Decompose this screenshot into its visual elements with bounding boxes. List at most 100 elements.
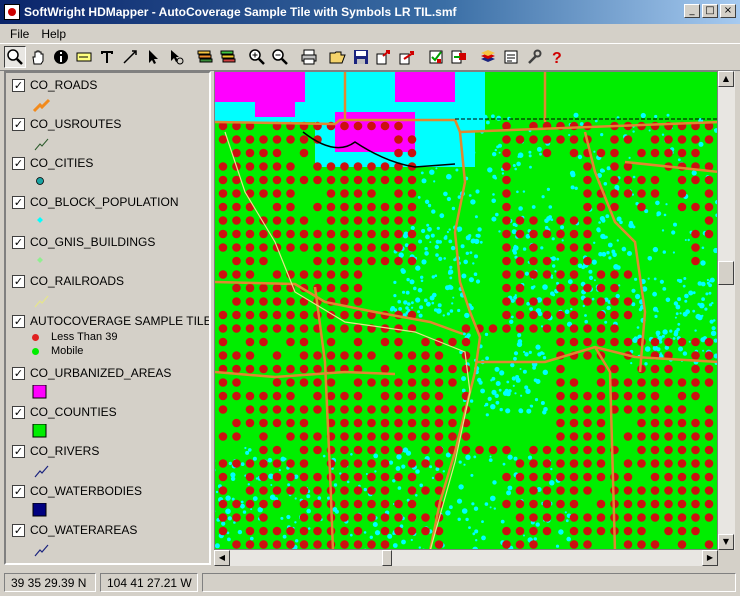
coverage-dot — [637, 526, 646, 536]
export-icon[interactable] — [373, 46, 395, 68]
measure-icon[interactable] — [119, 46, 141, 68]
layer-checkbox[interactable]: ✓ — [12, 367, 25, 380]
coverage-dot — [529, 499, 538, 509]
select-feature-icon[interactable] — [165, 46, 187, 68]
wrench-settings-icon[interactable] — [523, 46, 545, 68]
coverage-dot — [259, 459, 268, 468]
zoom-select-icon[interactable] — [4, 46, 26, 68]
text-tool-icon[interactable] — [96, 46, 118, 68]
population-point — [402, 233, 409, 239]
zoom-out-icon[interactable] — [269, 46, 291, 68]
pan-hand-icon[interactable] — [27, 46, 49, 68]
coverage-dot — [596, 472, 606, 482]
menu-bar: File Help — [0, 24, 740, 43]
population-point — [603, 182, 608, 186]
export-alt-icon[interactable] — [396, 46, 418, 68]
app-icon[interactable] — [4, 4, 20, 20]
check-properties-icon[interactable] — [425, 46, 447, 68]
coverage-dot — [448, 418, 457, 428]
population-point — [565, 519, 569, 523]
open-folder-icon[interactable] — [327, 46, 349, 68]
vertical-scrollbar[interactable]: ▲ ▼ — [718, 71, 735, 550]
map-canvas[interactable] — [214, 71, 718, 550]
coverage-dot — [691, 148, 700, 158]
coverage-dot — [340, 202, 349, 212]
coverage-dot — [299, 229, 309, 239]
layer-checkbox[interactable]: ✓ — [12, 157, 25, 170]
print-icon[interactable] — [298, 46, 320, 68]
coverage-dot — [259, 324, 268, 333]
population-point — [472, 262, 475, 265]
population-point — [429, 169, 435, 175]
layer-checkbox[interactable]: ✓ — [12, 79, 25, 92]
coverage-dot — [407, 405, 417, 414]
coverage-dot — [407, 243, 417, 252]
coverage-dot — [529, 256, 538, 266]
population-point — [531, 205, 536, 209]
layer-checkbox[interactable]: ✓ — [12, 315, 25, 328]
coverage-dot — [502, 243, 511, 252]
notes-icon[interactable] — [500, 46, 522, 68]
coverage-dot — [502, 297, 511, 306]
population-point — [673, 222, 677, 227]
coverage-dot — [542, 526, 552, 536]
scroll-down-icon[interactable]: ▼ — [718, 534, 734, 550]
coverage-dot — [623, 486, 633, 495]
layer-checkbox[interactable]: ✓ — [12, 196, 25, 209]
coverage-dot — [380, 526, 390, 536]
coverage-dot — [583, 391, 592, 401]
layers-edit-icon[interactable] — [217, 46, 239, 68]
layer-checkbox[interactable]: ✓ — [12, 118, 25, 131]
population-point — [516, 161, 521, 167]
population-point — [322, 454, 326, 458]
layer-checkbox[interactable]: ✓ — [12, 236, 25, 249]
coverage-dot — [218, 270, 228, 279]
label-icon[interactable] — [73, 46, 95, 68]
layer-checkbox[interactable]: ✓ — [12, 445, 25, 458]
coverage-dot — [677, 486, 687, 495]
population-point — [227, 516, 232, 521]
info-icon[interactable] — [50, 46, 72, 68]
close-button[interactable]: × — [720, 4, 736, 18]
maximize-button[interactable]: □ — [702, 4, 718, 18]
import-icon[interactable] — [448, 46, 470, 68]
coverage-dot — [637, 391, 646, 401]
scroll-left-icon[interactable]: ◀ — [214, 550, 230, 566]
coverage-dot — [623, 175, 633, 185]
coverage-dot — [610, 472, 619, 482]
minimize-button[interactable]: _ — [684, 4, 700, 18]
population-point — [484, 404, 486, 407]
horizontal-scrollbar[interactable]: ◀ ▶ — [214, 550, 718, 566]
population-point — [451, 302, 454, 305]
map-drawing[interactable] — [215, 72, 718, 550]
menu-help[interactable]: Help — [35, 27, 72, 41]
coverage-dot — [542, 459, 552, 468]
coverage-dot — [704, 351, 714, 360]
population-point — [542, 369, 548, 375]
coverage-dot — [380, 162, 390, 171]
scroll-up-icon[interactable]: ▲ — [718, 71, 734, 87]
menu-file[interactable]: File — [4, 27, 35, 41]
layer-name: CO_RIVERS — [30, 444, 100, 458]
population-point — [593, 150, 596, 153]
stack-layers-icon[interactable] — [477, 46, 499, 68]
layer-checkbox[interactable]: ✓ — [12, 524, 25, 537]
layers-add-icon[interactable] — [194, 46, 216, 68]
population-point — [700, 260, 706, 266]
population-point — [427, 226, 432, 232]
coverage-dot — [367, 472, 376, 482]
coverage-dot — [353, 432, 363, 441]
coverage-dot — [610, 297, 619, 306]
coverage-dot — [218, 459, 228, 468]
pointer-icon[interactable] — [142, 46, 164, 68]
layer-checkbox[interactable]: ✓ — [12, 406, 25, 419]
vertical-scroll-thumb[interactable] — [718, 261, 734, 285]
layer-checkbox[interactable]: ✓ — [12, 485, 25, 498]
layer-checkbox[interactable]: ✓ — [12, 275, 25, 288]
scroll-right-icon[interactable]: ▶ — [702, 550, 718, 566]
save-icon[interactable] — [350, 46, 372, 68]
coverage-dot — [664, 418, 673, 428]
zoom-in-icon[interactable] — [246, 46, 268, 68]
horizontal-scroll-thumb[interactable] — [382, 550, 392, 566]
help-icon[interactable]: ? — [546, 46, 568, 68]
